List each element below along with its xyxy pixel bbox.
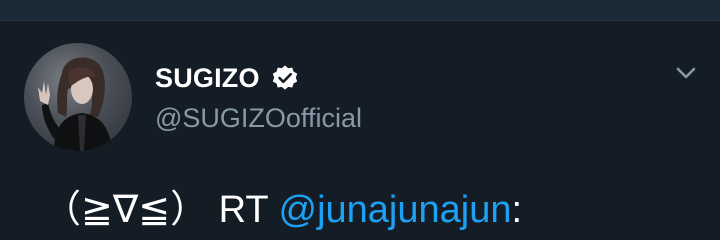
tweet-card[interactable]: SUGIZO @SUGIZOofficial （≧∇≦） RT @junajun… [0, 21, 720, 240]
verified-badge-icon [272, 65, 298, 90]
avatar[interactable] [24, 43, 132, 151]
tweet-text-suffix: : [511, 189, 523, 231]
tweet-text-prefix: （≧∇≦） RT [43, 189, 279, 231]
display-name[interactable]: SUGIZO [155, 63, 260, 94]
tweet-text: （≧∇≦） RT @junajunajun: [43, 188, 522, 234]
avatar-photo [38, 57, 112, 151]
chevron-down-icon[interactable] [675, 65, 697, 81]
handle[interactable]: @SUGIZOofficial [155, 103, 362, 134]
top-bar [0, 0, 720, 21]
mention-link[interactable]: @junajunajun [279, 189, 512, 231]
